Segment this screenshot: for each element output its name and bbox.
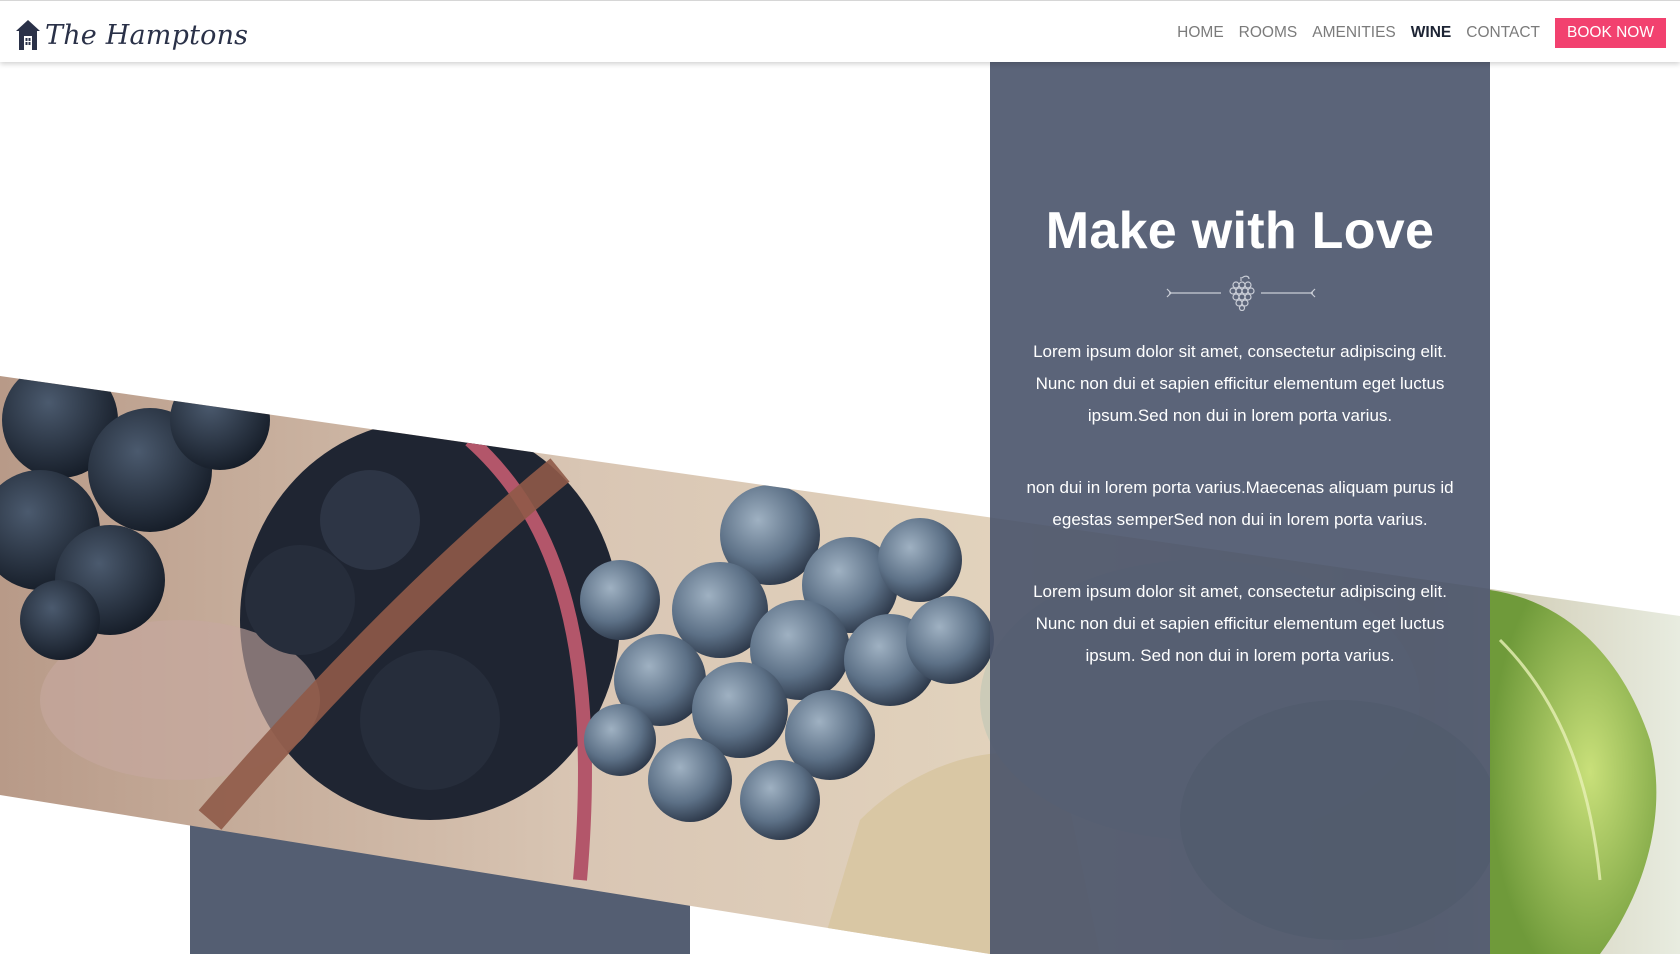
nav-wine[interactable]: WINE [1411, 24, 1451, 42]
panel-title: Make with Love [1045, 202, 1435, 260]
panel-paragraph-2: non dui in lorem porta varius.Maecenas a… [1026, 478, 1454, 529]
grapes-icon [1166, 275, 1316, 311]
nav-rooms[interactable]: ROOMS [1239, 24, 1298, 42]
logo[interactable]: The Hamptons [15, 15, 248, 55]
wine-info-panel: Make with Love Lorem ipsum dolor sit ame… [990, 61, 1490, 954]
panel-paragraph-3: Lorem ipsum dolor sit amet, consectetur … [1033, 582, 1447, 665]
site-header: The Hamptons HOME ROOMS AMENITIES WINE C… [0, 0, 1680, 62]
nav-home[interactable]: HOME [1177, 24, 1224, 42]
logo-text: The Hamptons [45, 19, 249, 51]
house-icon [16, 20, 40, 50]
nav-contact[interactable]: CONTACT [1466, 24, 1540, 42]
main-nav: HOME ROOMS AMENITIES WINE CONTACT BOOK N… [1162, 18, 1666, 48]
nav-amenities[interactable]: AMENITIES [1312, 24, 1396, 42]
book-now-button[interactable]: BOOK NOW [1555, 18, 1666, 48]
panel-paragraph-1: Lorem ipsum dolor sit amet, consectetur … [1033, 342, 1447, 425]
